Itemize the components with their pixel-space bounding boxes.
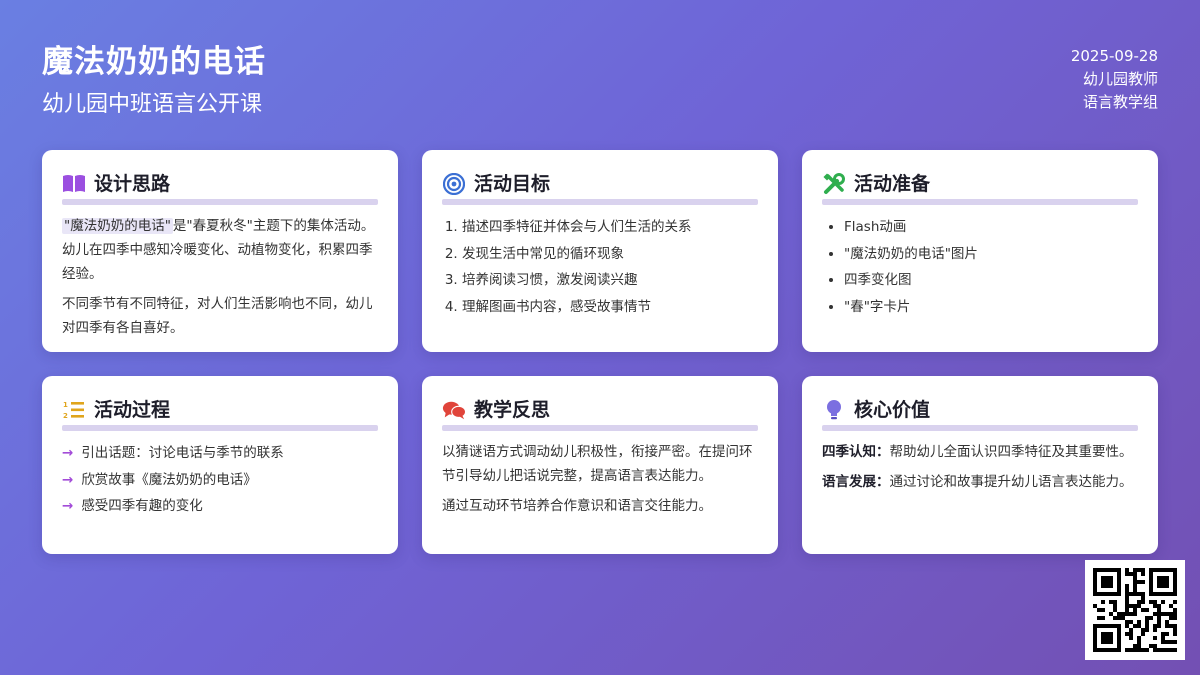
lightbulb-icon (822, 398, 846, 422)
list-item: 发现生活中常见的循环现象 (462, 241, 758, 268)
card-body: 四季认知：帮助幼儿全面认识四季特征及其重要性。 语言发展：通过讨论和故事提升幼儿… (822, 440, 1138, 494)
list-item-text: 感受四季有趣的变化 (81, 498, 203, 514)
card-header: 活动目标 (442, 170, 758, 199)
card-body: Flash动画 "魔法奶奶的电话"图片 四季变化图 "春"字卡片 (822, 214, 1138, 320)
chat-bubbles-icon (442, 398, 466, 422)
card-title: 核心价值 (854, 399, 931, 421)
paragraph: 语言发展：通过讨论和故事提升幼儿语言表达能力。 (822, 470, 1138, 494)
svg-text:2: 2 (63, 412, 68, 420)
title-underline (822, 425, 1138, 431)
paragraph: "魔法奶奶的电话" 是"春夏秋冬"主题下的集体活动。幼儿在四季中感知冷暖变化、动植… (62, 214, 378, 286)
qr-code-icon (1085, 560, 1185, 660)
arrow-icon: → (62, 471, 74, 488)
value-key: 语言发展： (822, 474, 890, 490)
title-underline (62, 199, 378, 205)
svg-text:1: 1 (63, 401, 68, 409)
arrow-icon: → (62, 498, 74, 514)
date-text: 2025-09-28 (1070, 47, 1158, 65)
value-key: 四季认知： (822, 444, 890, 460)
tools-icon (822, 172, 846, 196)
target-icon (442, 172, 466, 196)
card-title: 活动目标 (474, 173, 551, 195)
title-underline (822, 199, 1138, 205)
goals-list: 描述四季特征并体会与人们生活的关系 发现生活中常见的循环现象 培养阅读习惯，激发… (442, 214, 758, 320)
card-header: 核心价值 (822, 396, 1138, 425)
card-header: 设计思路 (62, 170, 378, 199)
header-left: 魔法奶奶的电话 幼儿园中班语言公开课 (42, 42, 266, 120)
card-value: 核心价值 四季认知：帮助幼儿全面认识四季特征及其重要性。 语言发展：通过讨论和故… (802, 376, 1158, 554)
page-subtitle: 幼儿园中班语言公开课 (42, 92, 263, 117)
list-item: → 欣赏故事《魔法奶奶的电话》 (62, 467, 378, 494)
list-item: "魔法奶奶的电话"图片 (844, 241, 1138, 268)
list-item: 理解图画书内容，感受故事情节 (462, 294, 758, 321)
card-body: 以猜谜语方式调动幼儿积极性，衔接严密。在提问环节引导幼儿把话说完整，提高语言表达… (442, 440, 758, 518)
title-underline (442, 199, 758, 205)
list-item-text: 引出话题：讨论电话与季节的联系 (81, 445, 284, 461)
card-design: 设计思路 "魔法奶奶的电话" 是"春夏秋冬"主题下的集体活动。幼儿在四季中感知冷暖… (42, 150, 398, 352)
card-header: 1 2 活动过程 (62, 396, 378, 425)
title-underline (442, 425, 758, 431)
value-text: 通过讨论和故事提升幼儿语言表达能力。 (889, 474, 1133, 490)
card-title: 活动过程 (94, 399, 171, 421)
numbered-list-icon: 1 2 (62, 398, 86, 422)
card-header: 活动准备 (822, 170, 1138, 199)
card-goals: 活动目标 描述四季特征并体会与人们生活的关系 发现生活中常见的循环现象 培养阅读… (422, 150, 778, 352)
list-item: "春"字卡片 (844, 294, 1138, 321)
paragraph: 四季认知：帮助幼儿全面认识四季特征及其重要性。 (822, 440, 1138, 464)
list-item: 描述四季特征并体会与人们生活的关系 (462, 214, 758, 241)
paragraph: 通过互动环节培养合作意识和语言交往能力。 (442, 498, 712, 514)
header-meta: 2025-09-28 幼儿园教师 语言教学组 (1071, 45, 1158, 114)
list-item: → 感受四季有趣的变化 (62, 493, 378, 520)
paragraph: 不同季节有不同特征，对人们生活影响也不同，幼儿对四季有各自喜好。 (62, 296, 373, 336)
arrow-icon: → (62, 445, 74, 461)
list-item-text: 欣赏故事《魔法奶奶的电话》 (81, 471, 257, 488)
highlight-text: "魔法奶奶的电话" (62, 218, 173, 234)
page-title: 魔法奶奶的电话 (42, 44, 266, 80)
paragraph: 以猜谜语方式调动幼儿积极性，衔接严密。在提问环节引导幼儿把话说完整，提高语言表达… (442, 444, 753, 484)
list-item: 四季变化图 (844, 267, 1138, 294)
card-header: 教学反思 (442, 396, 758, 425)
card-prep: 活动准备 Flash动画 "魔法奶奶的电话"图片 四季变化图 "春"字卡片 (802, 150, 1158, 352)
book-icon (62, 172, 86, 196)
author-text: 幼儿园教师 (1082, 70, 1158, 88)
prep-list: Flash动画 "魔法奶奶的电话"图片 四季变化图 "春"字卡片 (822, 214, 1138, 320)
list-item: → 引出话题：讨论电话与季节的联系 (62, 440, 378, 467)
list-item: Flash动画 (844, 214, 1138, 241)
card-title: 设计思路 (94, 173, 171, 195)
card-body: "魔法奶奶的电话" 是"春夏秋冬"主题下的集体活动。幼儿在四季中感知冷暖变化、动植… (62, 214, 378, 340)
card-body: 描述四季特征并体会与人们生活的关系 发现生活中常见的循环现象 培养阅读习惯，激发… (442, 214, 758, 320)
title-underline (62, 425, 378, 431)
process-list: → 引出话题：讨论电话与季节的联系 → 欣赏故事《魔法奶奶的电话》 → 感受四季有趣的… (62, 440, 378, 520)
list-item: 培养阅读习惯，激发阅读兴趣 (462, 267, 758, 294)
card-reflection: 教学反思 以猜谜语方式调动幼儿积极性，衔接严密。在提问环节引导幼儿把话说完整，提… (422, 376, 778, 554)
value-text: 帮助幼儿全面认识四季特征及其重要性。 (889, 444, 1133, 460)
card-title: 活动准备 (854, 173, 931, 195)
card-title: 教学反思 (474, 399, 551, 421)
card-body: → 引出话题：讨论电话与季节的联系 → 欣赏故事《魔法奶奶的电话》 → 感受四季有趣的… (62, 440, 378, 520)
card-process: 1 2 活动过程 → 引出话题：讨论电话与季节的联系 → 欣赏故事《魔法奶奶的电话》… (42, 376, 398, 554)
group-text: 语言教学组 (1082, 93, 1158, 111)
